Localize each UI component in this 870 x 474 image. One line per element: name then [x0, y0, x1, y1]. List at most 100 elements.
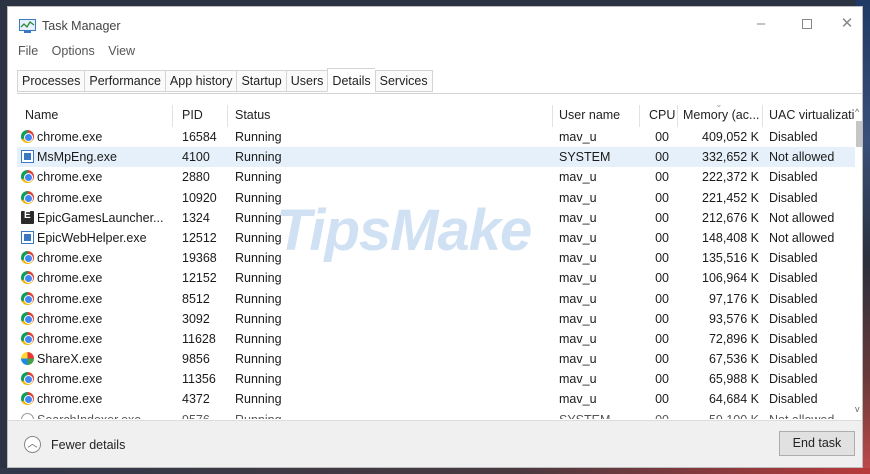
process-pid: 4372: [182, 392, 210, 407]
process-user-name: mav_u: [559, 190, 597, 205]
table-row[interactable]: chrome.exe 8512 Running mav_u 00 97,176 K Disa…: [17, 289, 855, 309]
column-header-cpu[interactable]: CPU: [649, 108, 675, 122]
tab-services[interactable]: Services: [374, 70, 433, 92]
process-status: Running: [235, 190, 282, 205]
process-name: SearchIndexer.exe: [37, 413, 167, 419]
details-table: Name PID Status User name CPU ⌄ Memory (…: [17, 105, 855, 419]
chevron-up-icon[interactable]: ︿: [24, 436, 41, 453]
column-divider[interactable]: [227, 105, 228, 127]
column-divider[interactable]: [677, 105, 678, 127]
process-status: Running: [235, 311, 282, 326]
process-memory: 97,176 K: [708, 291, 759, 306]
menu-bar: File Options View: [18, 44, 145, 62]
table-row[interactable]: chrome.exe 3092 Running mav_u 00 93,576 K Disa…: [17, 309, 855, 329]
process-cpu: 00: [655, 210, 669, 225]
chrome-icon: [21, 331, 34, 345]
table-row[interactable]: ShareX.exe 9856 Running mav_u 00 67,536 K Disa…: [17, 349, 855, 369]
column-header-user-name[interactable]: User name: [559, 108, 620, 122]
column-header-uac[interactable]: UAC virtualizati...: [769, 108, 855, 122]
title-bar[interactable]: Task Manager – ✕: [8, 7, 862, 41]
process-cpu: 00: [655, 230, 669, 245]
table-row[interactable]: EpicGamesLauncher... 1324 Running mav_u 00 21…: [17, 208, 855, 228]
process-name: chrome.exe: [37, 311, 103, 326]
chrome-icon: [21, 392, 34, 406]
table-row[interactable]: chrome.exe 10920 Running mav_u 00 221,452 K Di…: [17, 188, 855, 208]
table-row[interactable]: chrome.exe 4372 Running mav_u 00 64,684 K Disa…: [17, 389, 855, 409]
process-uac-virtualization: Disabled: [769, 190, 818, 205]
column-divider[interactable]: [552, 105, 553, 127]
process-uac-virtualization: Disabled: [769, 392, 818, 407]
fewer-details-link[interactable]: Fewer details: [51, 438, 125, 452]
process-memory: 59,100 K: [677, 413, 759, 419]
process-user-name: SYSTEM: [559, 413, 610, 419]
tab-startup[interactable]: Startup: [236, 70, 286, 92]
process-memory: 148,408 K: [702, 230, 759, 245]
column-header-pid[interactable]: PID: [182, 108, 203, 122]
menu-options[interactable]: Options: [52, 44, 95, 58]
table-row[interactable]: chrome.exe 11356 Running mav_u 00 65,988 K Dis…: [17, 369, 855, 389]
process-pid: 11628: [182, 331, 216, 346]
process-cpu: 00: [655, 130, 669, 144]
table-row[interactable]: chrome.exe 11628 Running mav_u 00 72,896 K Dis…: [17, 329, 855, 349]
table-body: chrome.exe 16584 Running mav_u 00 409,052 K Di…: [17, 127, 855, 419]
tab-app-history[interactable]: App history: [164, 70, 237, 92]
chrome-icon: [21, 190, 34, 204]
process-pid: 3092: [182, 311, 210, 326]
table-row[interactable]: SearchIndexer.exe 9576 Running SYSTEM 00 59,1…: [17, 410, 855, 419]
process-user-name: SYSTEM: [559, 150, 611, 165]
process-pid: 12512: [182, 230, 217, 245]
column-divider[interactable]: [639, 105, 640, 127]
process-user-name: mav_u: [559, 271, 597, 286]
maximize-button[interactable]: [784, 9, 830, 39]
process-pid: 12152: [182, 271, 217, 286]
process-memory: 332,652 K: [702, 150, 759, 165]
process-name: chrome.exe: [37, 291, 103, 306]
column-header-memory[interactable]: Memory (ac...: [683, 108, 759, 122]
process-uac-virtualization: Disabled: [769, 331, 818, 346]
process-status: Running: [235, 413, 282, 419]
menu-view[interactable]: View: [108, 44, 135, 58]
scroll-up-icon[interactable]: ^: [855, 107, 859, 117]
table-row[interactable]: MsMpEng.exe 4100 Running SYSTEM 00 332,652 K N…: [17, 147, 855, 168]
tab-details[interactable]: Details: [327, 68, 375, 92]
process-status: Running: [235, 352, 282, 367]
process-name: EpicGamesLauncher...: [37, 210, 164, 225]
process-user-name: mav_u: [559, 372, 597, 387]
table-row[interactable]: chrome.exe 16584 Running mav_u 00 409,052 K Di…: [17, 127, 855, 147]
table-row[interactable]: chrome.exe 2880 Running mav_u 00 222,372 K Dis…: [17, 167, 855, 187]
minimize-button[interactable]: –: [738, 9, 784, 39]
process-uac-virtualization: Disabled: [769, 291, 818, 306]
vertical-scrollbar[interactable]: ^ v: [855, 105, 862, 419]
process-memory: 72,896 K: [708, 331, 759, 346]
footer-bar: ︿ Fewer details End task: [8, 420, 862, 467]
tab-performance[interactable]: Performance: [84, 70, 165, 92]
tab-processes[interactable]: Processes: [17, 70, 85, 92]
process-uac-virtualization: Not allowed: [769, 230, 835, 245]
tab-users[interactable]: Users: [285, 70, 328, 92]
process-uac-virtualization: Disabled: [769, 352, 818, 367]
end-task-button[interactable]: End task: [779, 431, 855, 456]
windows-app-icon: [21, 150, 34, 164]
column-divider[interactable]: [762, 105, 763, 127]
table-row[interactable]: chrome.exe 19368 Running mav_u 00 135,516 K Di…: [17, 248, 855, 268]
column-divider[interactable]: [172, 105, 173, 127]
process-uac-virtualization: Not allowed: [769, 210, 835, 225]
search-indexer-icon: [21, 412, 34, 419]
table-row[interactable]: chrome.exe 12152 Running mav_u 00 106,964 K Di…: [17, 268, 855, 288]
task-manager-window: Task Manager – ✕ File Options View Proce…: [7, 6, 863, 468]
scroll-down-icon[interactable]: v: [855, 404, 860, 414]
process-cpu: 00: [647, 413, 669, 419]
process-status: Running: [235, 271, 282, 286]
process-status: Running: [235, 372, 282, 387]
column-header-name[interactable]: Name: [25, 108, 58, 122]
column-header-status[interactable]: Status: [235, 108, 270, 122]
table-row[interactable]: EpicWebHelper.exe 12512 Running mav_u 00 148,…: [17, 228, 855, 248]
process-status: Running: [235, 291, 282, 306]
menu-file[interactable]: File: [18, 44, 38, 58]
close-button[interactable]: ✕: [830, 9, 862, 39]
process-user-name: mav_u: [559, 130, 597, 144]
process-user-name: mav_u: [559, 291, 597, 306]
chrome-icon: [21, 291, 34, 305]
scrollbar-thumb[interactable]: [856, 121, 862, 147]
process-status: Running: [235, 150, 282, 165]
